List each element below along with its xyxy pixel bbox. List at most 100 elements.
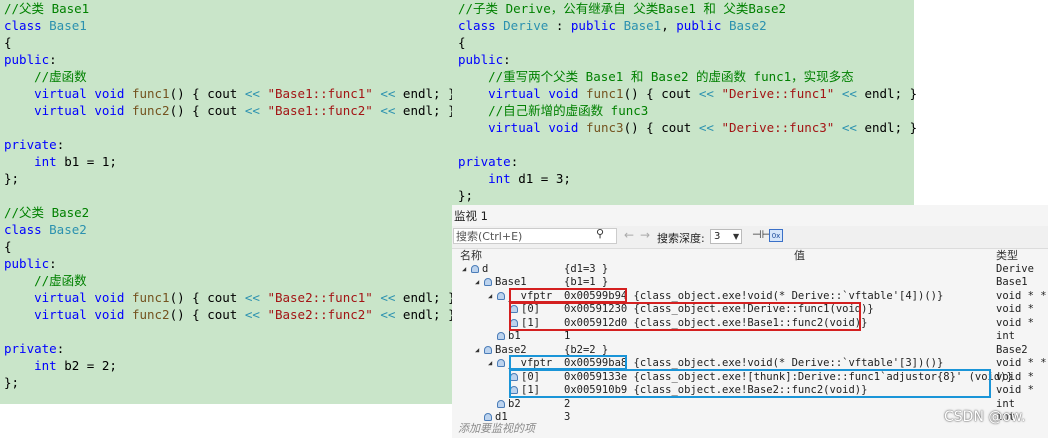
variable-icon bbox=[484, 413, 492, 421]
watch-title[interactable]: 监视 1 bbox=[452, 208, 488, 224]
code-editor-left[interactable]: //父类 Base1 class Base1{public: //虚函数 virt… bbox=[0, 0, 456, 404]
code-line[interactable]: public: bbox=[458, 51, 914, 68]
code-token: << bbox=[380, 290, 396, 305]
code-token: { bbox=[4, 239, 12, 254]
code-token: << bbox=[380, 103, 396, 118]
watch-row-type: void * bbox=[996, 384, 1034, 396]
code-line[interactable] bbox=[4, 119, 452, 136]
code-token: public bbox=[4, 52, 50, 67]
code-line[interactable]: class Base2 bbox=[4, 221, 452, 238]
code-token: d1 = 3; bbox=[518, 171, 571, 186]
watch-row-type: Base2 bbox=[996, 344, 1028, 356]
code-line[interactable]: //父类 Base1 bbox=[4, 0, 452, 17]
code-token: virtual void bbox=[34, 307, 132, 322]
code-line[interactable]: int b1 = 1; bbox=[4, 153, 452, 170]
back-arrow-icon[interactable]: ← bbox=[624, 228, 634, 242]
code-line[interactable]: virtual void func1() { cout << "Derive::… bbox=[458, 85, 917, 102]
expand-toggle-icon[interactable]: ◢ bbox=[475, 344, 479, 358]
code-line[interactable]: virtual void func1() { cout << "Base2::f… bbox=[4, 289, 456, 306]
watch-row-type: void * * bbox=[996, 290, 1047, 302]
column-value[interactable]: 值 bbox=[794, 249, 805, 262]
code-line[interactable]: class Base1 bbox=[4, 17, 452, 34]
code-token: : bbox=[510, 154, 519, 169]
code-token: func3 bbox=[585, 120, 624, 135]
code-token: () { cout bbox=[169, 86, 245, 101]
code-line[interactable] bbox=[4, 187, 452, 204]
code-token: }; bbox=[4, 375, 20, 390]
code-line[interactable]: virtual void func1() { cout << "Base1::f… bbox=[4, 85, 456, 102]
code-line[interactable]: { bbox=[458, 34, 914, 51]
code-token: () { cout bbox=[623, 120, 699, 135]
code-token: { bbox=[458, 35, 466, 50]
code-token: () { cout bbox=[623, 86, 699, 101]
highlight-box-blue-entries bbox=[509, 369, 991, 398]
code-line[interactable]: }; bbox=[4, 374, 452, 391]
code-line[interactable]: virtual void func3() { cout << "Derive::… bbox=[458, 119, 917, 136]
code-line[interactable]: public: bbox=[4, 51, 452, 68]
expand-toggle-icon[interactable]: ◢ bbox=[488, 290, 492, 304]
code-line[interactable]: }; bbox=[458, 187, 914, 204]
code-line[interactable]: //子类 Derive，公有继承自 父类Base1 和 父类Base2 bbox=[458, 0, 914, 17]
code-line[interactable]: virtual void func2() { cout << "Base2::f… bbox=[4, 306, 456, 323]
code-line[interactable]: //父类 Base2 bbox=[4, 204, 452, 221]
code-line[interactable]: int b2 = 2; bbox=[4, 357, 452, 374]
code-token: virtual void bbox=[488, 86, 586, 101]
code-token: << bbox=[698, 86, 714, 101]
column-type[interactable]: 类型 bbox=[996, 249, 1018, 262]
search-icon[interactable]: ⚲ bbox=[596, 227, 604, 240]
code-line[interactable]: private: bbox=[4, 340, 452, 357]
chevron-down-icon: ▼ bbox=[733, 232, 740, 241]
watch-row[interactable]: ◢ d {d1=3 } Derive bbox=[452, 263, 1048, 277]
column-name[interactable]: 名称 bbox=[460, 249, 482, 262]
code-token: func1 bbox=[131, 290, 170, 305]
variable-icon bbox=[471, 265, 479, 273]
code-line[interactable]: class Derive : public Base1, public Base… bbox=[458, 17, 914, 34]
code-line[interactable]: int d1 = 3; bbox=[458, 170, 914, 187]
code-line[interactable]: private: bbox=[4, 136, 452, 153]
code-token: : bbox=[49, 52, 57, 67]
code-line[interactable] bbox=[458, 136, 914, 153]
code-line[interactable]: //虚函数 bbox=[4, 68, 452, 85]
expand-toggle-icon[interactable]: ◢ bbox=[488, 357, 492, 371]
code-token: //虚函数 bbox=[34, 273, 87, 288]
code-token: << bbox=[244, 290, 260, 305]
code-line[interactable]: { bbox=[4, 34, 452, 51]
highlight-box-blue-vfptr bbox=[509, 355, 627, 370]
code-token: //父类 Base2 bbox=[4, 205, 90, 220]
code-editor-right[interactable]: //子类 Derive，公有继承自 父类Base1 和 父类Base2 class… bbox=[452, 0, 917, 205]
code-token: << bbox=[841, 86, 857, 101]
code-line[interactable]: //虚函数 bbox=[4, 272, 452, 289]
watch-row[interactable]: b1 1 int bbox=[452, 330, 1048, 344]
code-line[interactable]: //自己新增的虚函数 func3 bbox=[458, 102, 914, 119]
code-line[interactable]: }; bbox=[4, 170, 452, 187]
code-token: int bbox=[34, 154, 65, 169]
code-token: public bbox=[458, 52, 504, 67]
search-depth-select[interactable]: 3 ▼ bbox=[710, 229, 742, 244]
code-token: << bbox=[380, 86, 396, 101]
code-line[interactable]: private: bbox=[458, 153, 914, 170]
expand-toggle-icon[interactable]: ◢ bbox=[475, 276, 479, 290]
code-token: //重写两个父类 Base1 和 Base2 的虚函数 func1，实现多态 bbox=[488, 69, 854, 84]
code-line[interactable]: { bbox=[4, 238, 452, 255]
code-line[interactable]: public: bbox=[4, 255, 452, 272]
code-line[interactable]: //重写两个父类 Base1 和 Base2 的虚函数 func1，实现多态 bbox=[458, 68, 914, 85]
search-depth-value: 3 bbox=[714, 231, 721, 242]
code-token: func2 bbox=[131, 307, 170, 322]
code-line[interactable] bbox=[4, 323, 452, 340]
code-line[interactable]: virtual void func2() { cout << "Base1::f… bbox=[4, 102, 456, 119]
code-token: "Base2::func2" bbox=[267, 307, 373, 322]
watch-window: 监视 1 搜索(Ctrl+E) ⚲ ← → 搜索深度: 3 ▼ ⊣⊢ 0x 名称 … bbox=[452, 205, 1048, 438]
forward-arrow-icon[interactable]: → bbox=[640, 228, 650, 242]
search-input[interactable]: 搜索(Ctrl+E) bbox=[453, 228, 617, 244]
hex-display-icon[interactable]: 0x bbox=[769, 229, 783, 242]
expand-toggle-icon[interactable]: ◢ bbox=[462, 263, 466, 277]
code-token: virtual void bbox=[34, 290, 132, 305]
code-token: Base2 bbox=[49, 222, 87, 237]
variable-icon bbox=[497, 292, 505, 300]
code-token: , bbox=[661, 18, 677, 33]
variable-icon bbox=[484, 278, 492, 286]
